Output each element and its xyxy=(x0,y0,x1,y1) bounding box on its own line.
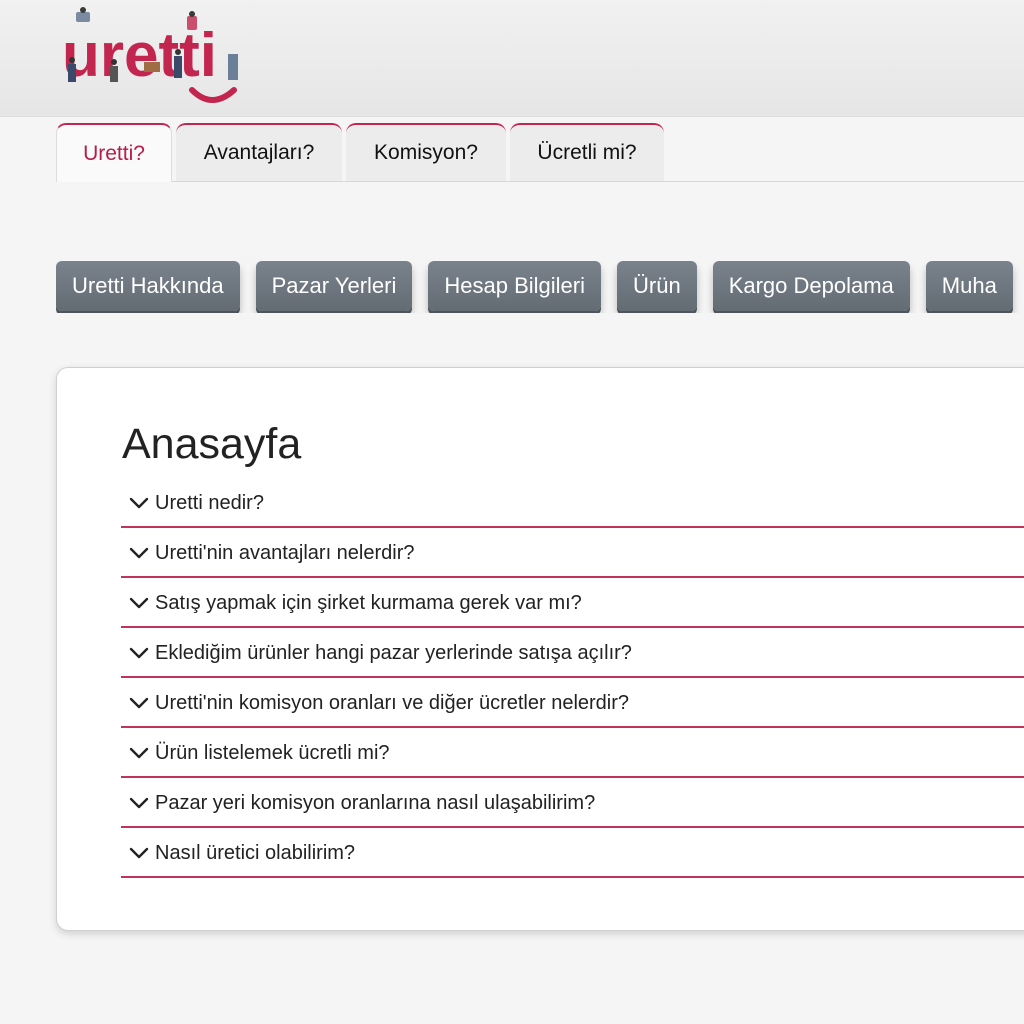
faq-question: Uretti nedir? xyxy=(155,491,264,514)
faq-question: Uretti'nin avantajları nelerdir? xyxy=(155,541,415,564)
chevron-down-icon xyxy=(121,847,155,859)
tab-komisyon[interactable]: Komisyon? xyxy=(346,123,506,181)
faq-item[interactable]: Pazar yeri komisyon oranlarına nasıl ula… xyxy=(121,778,1024,828)
svg-text:uretti: uretti xyxy=(62,21,217,90)
faq-question: Uretti'nin komisyon oranları ve diğer üc… xyxy=(155,691,630,714)
faq-item[interactable]: Uretti nedir? xyxy=(121,478,1024,528)
faq-question: Satış yapmak için şirket kurmama gerek v… xyxy=(155,591,582,614)
faq-item[interactable]: Uretti'nin komisyon oranları ve diğer üc… xyxy=(121,678,1024,728)
faq-item[interactable]: Nasıl üretici olabilirim? xyxy=(121,828,1024,878)
category-uretti-hakkinda-button[interactable]: Uretti Hakkında xyxy=(56,261,240,311)
faq-item[interactable]: Uretti'nin avantajları nelerdir? xyxy=(121,528,1024,578)
faq-item[interactable]: Ürün listelemek ücretli mi? xyxy=(121,728,1024,778)
faq-question: Ürün listelemek ücretli mi? xyxy=(155,741,390,764)
category-bar: Uretti Hakkında Pazar Yerleri Hesap Bilg… xyxy=(56,261,1024,313)
page-title: Anasayfa xyxy=(122,420,302,468)
chevron-down-icon xyxy=(121,547,155,559)
faq-question: Eklediğim ürünler hangi pazar yerlerinde… xyxy=(155,641,632,664)
tab-uretti[interactable]: Uretti? xyxy=(56,123,172,182)
chevron-down-icon xyxy=(121,697,155,709)
category-pazar-yerleri-button[interactable]: Pazar Yerleri xyxy=(255,261,413,311)
category-hesap-bilgileri-button[interactable]: Hesap Bilgileri xyxy=(428,261,601,311)
chevron-down-icon xyxy=(121,647,155,659)
faq-list: Uretti nedir? Uretti'nin avantajları nel… xyxy=(121,478,1024,878)
tab-avantajlari[interactable]: Avantajları? xyxy=(176,123,342,181)
category-urun-button[interactable]: Ürün xyxy=(617,261,697,311)
site-header: uretti xyxy=(0,0,1024,117)
tab-bar: Uretti? Avantajları? Komisyon? Ücretli m… xyxy=(56,123,1024,182)
tab-ucretli-mi[interactable]: Ücretli mi? xyxy=(510,123,664,181)
faq-item[interactable]: Eklediğim ürünler hangi pazar yerlerinde… xyxy=(121,628,1024,678)
chevron-down-icon xyxy=(121,747,155,759)
faq-item[interactable]: Satış yapmak için şirket kurmama gerek v… xyxy=(121,578,1024,628)
faq-question: Pazar yeri komisyon oranlarına nasıl ula… xyxy=(155,791,596,814)
chevron-down-icon xyxy=(121,797,155,809)
chevron-down-icon xyxy=(121,597,155,609)
category-kargo-depolama-button[interactable]: Kargo Depolama xyxy=(712,261,910,311)
uretti-logo[interactable]: uretti xyxy=(62,6,262,110)
category-muhasebe-button[interactable]: Muha xyxy=(925,261,1013,311)
chevron-down-icon xyxy=(121,497,155,509)
faq-question: Nasıl üretici olabilirim? xyxy=(155,841,356,864)
